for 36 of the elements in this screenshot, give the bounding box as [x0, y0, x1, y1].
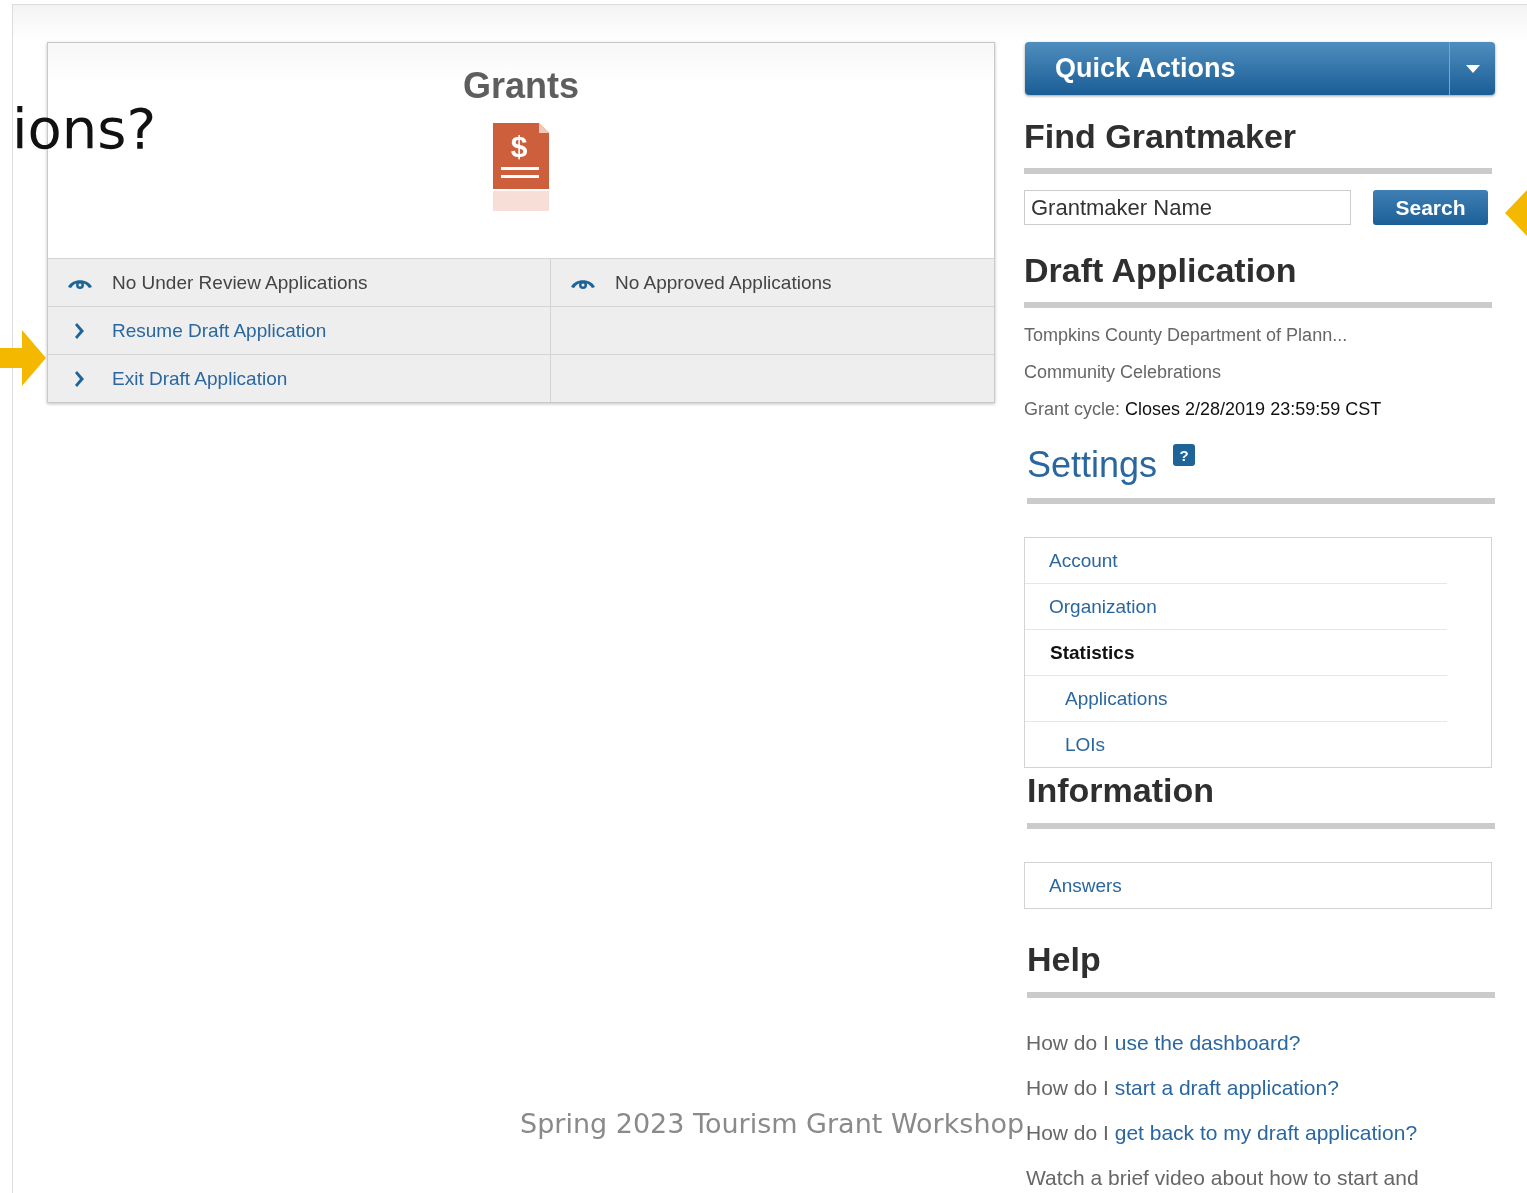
group-label: Statistics [1025, 630, 1447, 676]
section-heading: Information [1027, 770, 1215, 810]
nav-link[interactable]: LOIs [1025, 722, 1447, 767]
nav-link[interactable]: Organization [1025, 584, 1447, 630]
help-question: How do I start a draft application? [1026, 1075, 1340, 1100]
section-heading: Find Grantmaker [1024, 116, 1298, 156]
program-name: Community Celebrations [1024, 361, 1223, 383]
status-text: No Approved Applications [615, 271, 832, 294]
search-button[interactable]: Search [1373, 190, 1488, 225]
chevron-right-icon [74, 370, 84, 387]
help-icon: ? [1173, 443, 1196, 466]
arrow-right-icon [0, 330, 46, 386]
help-link[interactable]: start a draft application? [1114, 1076, 1339, 1099]
search-field[interactable]: Grantmaker Name [1024, 190, 1351, 225]
nav-link[interactable]: Answers [1025, 863, 1447, 908]
section-heading: Settings [1027, 445, 1158, 485]
card-link[interactable]: Exit Draft Application [112, 367, 288, 390]
grantmaker-name: Tompkins County Department of Plann... [1024, 324, 1349, 346]
chevron-right-icon [74, 322, 84, 339]
help-text: Watch a brief video about how to start and [1026, 1165, 1420, 1190]
help-question: How do I use the dashboard? [1026, 1030, 1302, 1055]
help-question: How do I get back to my draft application? [1026, 1120, 1419, 1145]
status-text: No Under Review Applications [112, 271, 368, 294]
arrow-left-icon [1505, 190, 1527, 236]
card-title: Grants [462, 65, 579, 107]
nav-link[interactable]: Applications [1025, 676, 1447, 722]
card-link[interactable]: Resume Draft Application [112, 319, 327, 342]
section-heading: Draft Application [1024, 250, 1298, 290]
help-link[interactable]: get back to my draft application? [1114, 1121, 1418, 1144]
nav-link[interactable]: Account [1025, 538, 1447, 584]
slide-title-text: ions? [12, 97, 157, 161]
grant-cycle-value: Closes 2/28/2019 23:59:59 CST [1125, 399, 1382, 419]
grant-cycle-label: Grant cycle: [1024, 399, 1121, 419]
caret-icon [1465, 64, 1480, 73]
help-link[interactable]: use the dashboard? [1114, 1031, 1301, 1054]
section-heading: Help [1027, 939, 1102, 979]
